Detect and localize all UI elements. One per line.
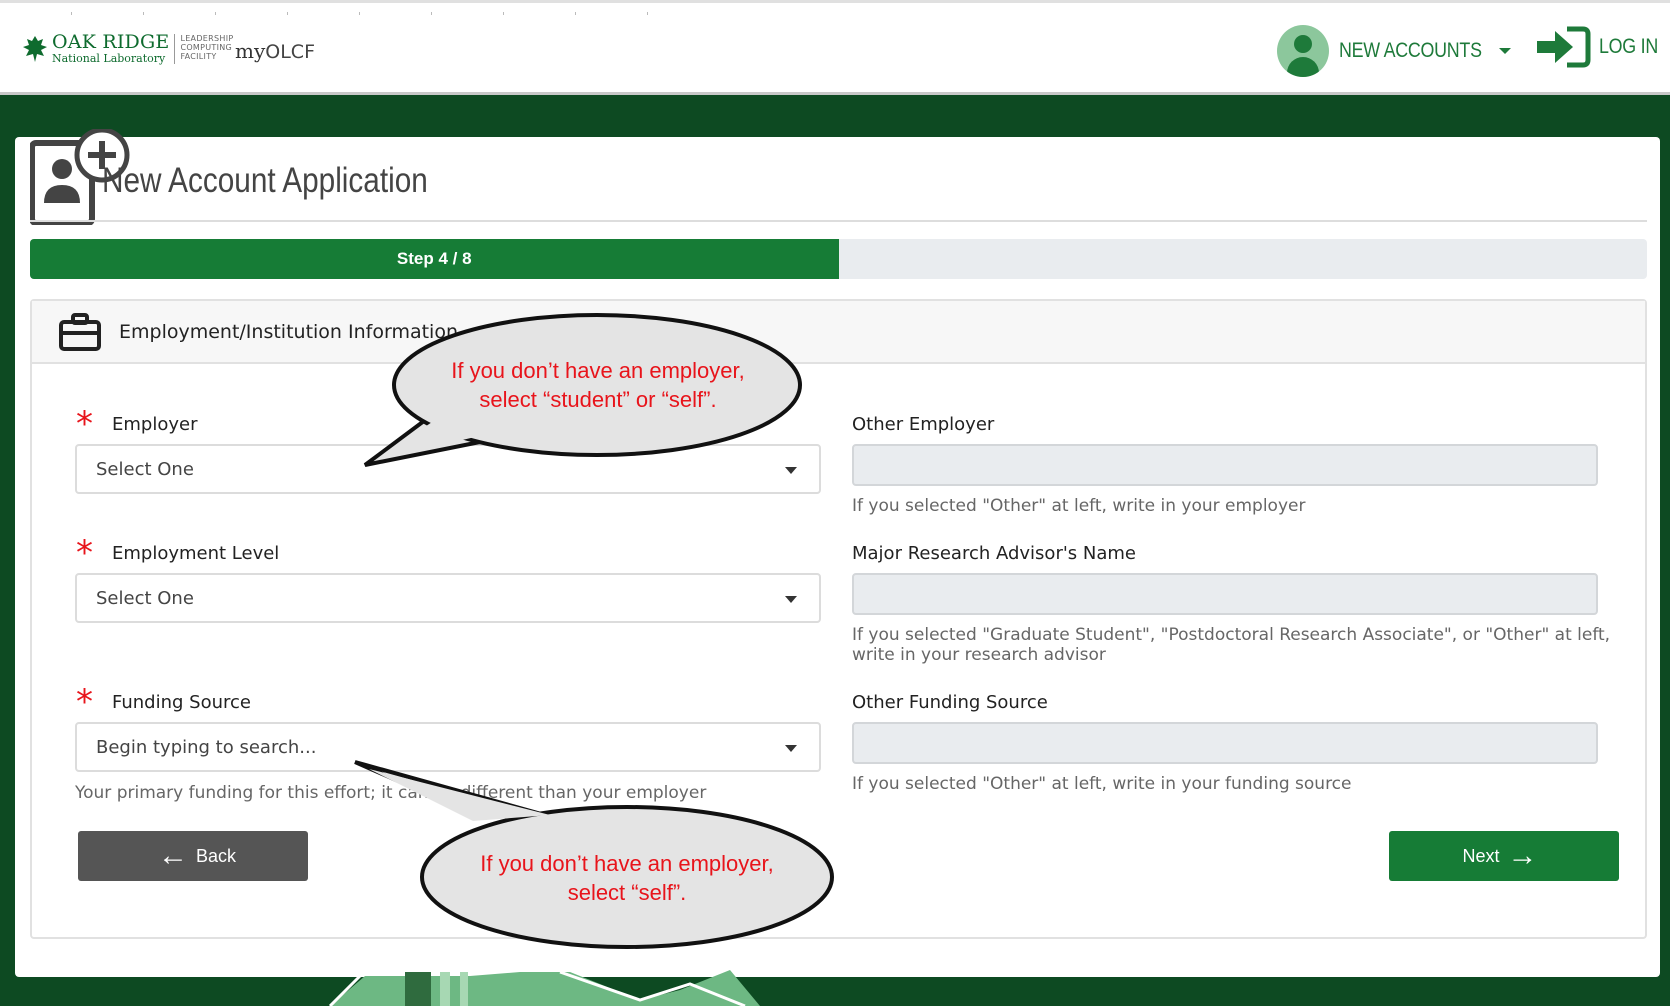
other-employer-label: Other Employer (852, 414, 995, 435)
user-circle-icon (1277, 25, 1329, 77)
other-funding-help: If you selected "Other" at left, write i… (852, 774, 1352, 794)
progress-bar: Step 4 / 8 (30, 239, 1647, 279)
research-advisor-help: If you selected "Graduate Student", "Pos… (852, 625, 1611, 666)
next-button-label: Next (1462, 845, 1500, 866)
top-navbar: OAK RIDGE National Laboratory LEADERSHIP… (0, 0, 1670, 95)
required-indicator: * (76, 404, 93, 444)
callout-funding-text: If you don’t have an employer, select “s… (480, 851, 774, 905)
other-employer-input[interactable] (852, 444, 1598, 486)
employer-select-value: Select One (96, 458, 194, 480)
nav-login[interactable]: LOG IN (1535, 25, 1668, 69)
other-funding-label: Other Funding Source (852, 692, 1048, 713)
nav-login-label: LOG IN (1599, 35, 1658, 58)
back-button[interactable]: ← Back (78, 831, 308, 881)
app-brand[interactable]: myOLCF (235, 39, 315, 63)
callout-employer-text: If you don’t have an employer, select “s… (451, 358, 745, 412)
progress-fill: Step 4 / 8 (30, 239, 839, 279)
nav-new-accounts[interactable]: NEW ACCOUNTS (1277, 25, 1511, 77)
other-funding-input[interactable] (852, 722, 1598, 764)
background-decoration (328, 970, 760, 1006)
facility-name: LEADERSHIP COMPUTING FACILITY (180, 34, 234, 61)
chevron-down-icon (1498, 48, 1511, 54)
briefcase-icon (59, 312, 101, 351)
oak-leaf-icon (23, 35, 47, 62)
funding-source-placeholder: Begin typing to search... (96, 736, 317, 758)
nav-new-accounts-label: NEW ACCOUNTS (1339, 39, 1482, 62)
arrow-right-icon: → (1507, 839, 1538, 872)
employer-label: Employer (112, 414, 198, 435)
research-advisor-label: Major Research Advisor's Name (852, 543, 1137, 564)
employment-level-select-value: Select One (96, 587, 194, 609)
arrow-left-icon: ← (157, 839, 188, 872)
other-employer-help: If you selected "Other" at left, write i… (852, 496, 1306, 516)
ornl-logo[interactable]: OAK RIDGE National Laboratory LEADERSHIP… (22, 33, 233, 64)
required-indicator: * (76, 533, 93, 573)
title-divider (30, 220, 1647, 222)
section-header: Employment/Institution Information (32, 301, 1645, 364)
browser-tab-strip (0, 0, 650, 15)
research-advisor-input[interactable] (852, 573, 1598, 615)
org-name: OAK RIDGE National Laboratory (52, 31, 170, 65)
page-title: New Account Application (102, 161, 428, 200)
employment-level-label: Employment Level (112, 543, 280, 564)
caret-down-icon (785, 745, 797, 752)
progress-label: Step 4 / 8 (396, 249, 472, 268)
required-indicator: * (76, 682, 93, 722)
funding-source-label: Funding Source (112, 692, 251, 713)
employment-level-select[interactable]: Select One (75, 573, 821, 623)
next-button[interactable]: Next → (1389, 831, 1619, 881)
back-button-label: Back (195, 845, 237, 866)
sign-in-icon (1537, 26, 1591, 68)
caret-down-icon (785, 596, 797, 603)
